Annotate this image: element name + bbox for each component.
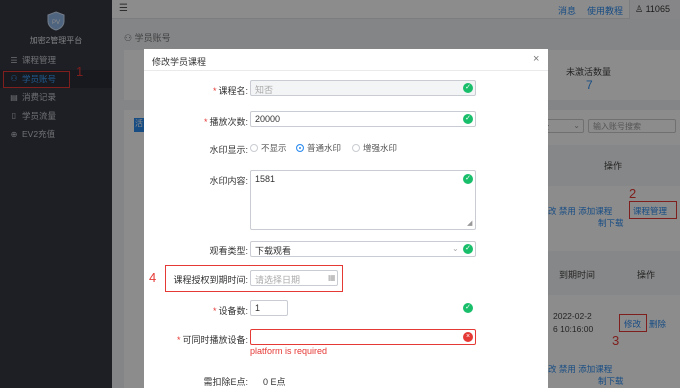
close-icon[interactable]: ×	[533, 53, 539, 65]
concurrent-devices-error: platform is required	[250, 346, 328, 356]
calendar-icon[interactable]: ▦	[328, 273, 336, 282]
valid-check-icon: ✓	[463, 174, 473, 184]
valid-check-icon: ✓	[463, 303, 473, 313]
plays-field[interactable]: 20000	[250, 111, 476, 127]
plays-label: * 播放次数:	[203, 117, 248, 127]
required-mark: *	[176, 335, 181, 345]
valid-check-icon: ✓	[463, 244, 473, 254]
concurrent-devices-field[interactable]	[250, 329, 476, 345]
watch-type-label: 观看类型:	[209, 246, 248, 256]
required-mark: *	[212, 86, 217, 96]
deduct-points-value: 0 E点	[263, 377, 286, 387]
radio-dot-selected	[296, 144, 304, 152]
devices-label: * 设备数:	[212, 306, 248, 316]
concurrent-devices-label: * 可同时播放设备:	[176, 335, 248, 345]
watermark-content-textarea[interactable]: 1581	[250, 170, 476, 230]
course-name-field: 知否	[250, 80, 476, 96]
watch-type-select[interactable]: 下载观看	[250, 241, 476, 257]
watermark-content-label: 水印内容:	[209, 176, 248, 186]
modal-header: 修改学员课程 ×	[144, 49, 548, 71]
course-name-label: * 课程名:	[212, 86, 248, 96]
deduct-points-label: 需扣除E点:	[203, 377, 248, 387]
modal-title: 修改学员课程	[152, 57, 207, 67]
required-mark: *	[212, 306, 217, 316]
valid-check-icon: ✓	[463, 114, 473, 124]
chevron-down-icon: ⌄	[452, 244, 459, 253]
watermark-radio-none[interactable]: 不显示	[250, 142, 287, 154]
annotation-4: 4	[149, 270, 157, 285]
expire-date-picker[interactable]: 请选择日期	[250, 270, 338, 286]
resize-handle-icon[interactable]: ◢	[467, 219, 472, 227]
error-icon: ×	[463, 332, 473, 342]
valid-check-icon: ✓	[463, 83, 473, 93]
required-mark: *	[203, 117, 208, 127]
devices-field[interactable]: 1	[250, 300, 288, 316]
edit-course-modal: 修改学员课程 × * 课程名: 知否 ✓ * 播放次数: 20000 ✓ 水印显示:…	[144, 49, 548, 388]
watermark-radio-normal[interactable]: 普通水印	[296, 142, 341, 154]
radio-dot	[352, 144, 360, 152]
expire-date-label: 课程授权到期时间:	[173, 275, 248, 285]
radio-dot	[250, 144, 258, 152]
watermark-radio-enhanced[interactable]: 增强水印	[352, 142, 397, 154]
watermark-label: 水印显示:	[209, 145, 248, 155]
